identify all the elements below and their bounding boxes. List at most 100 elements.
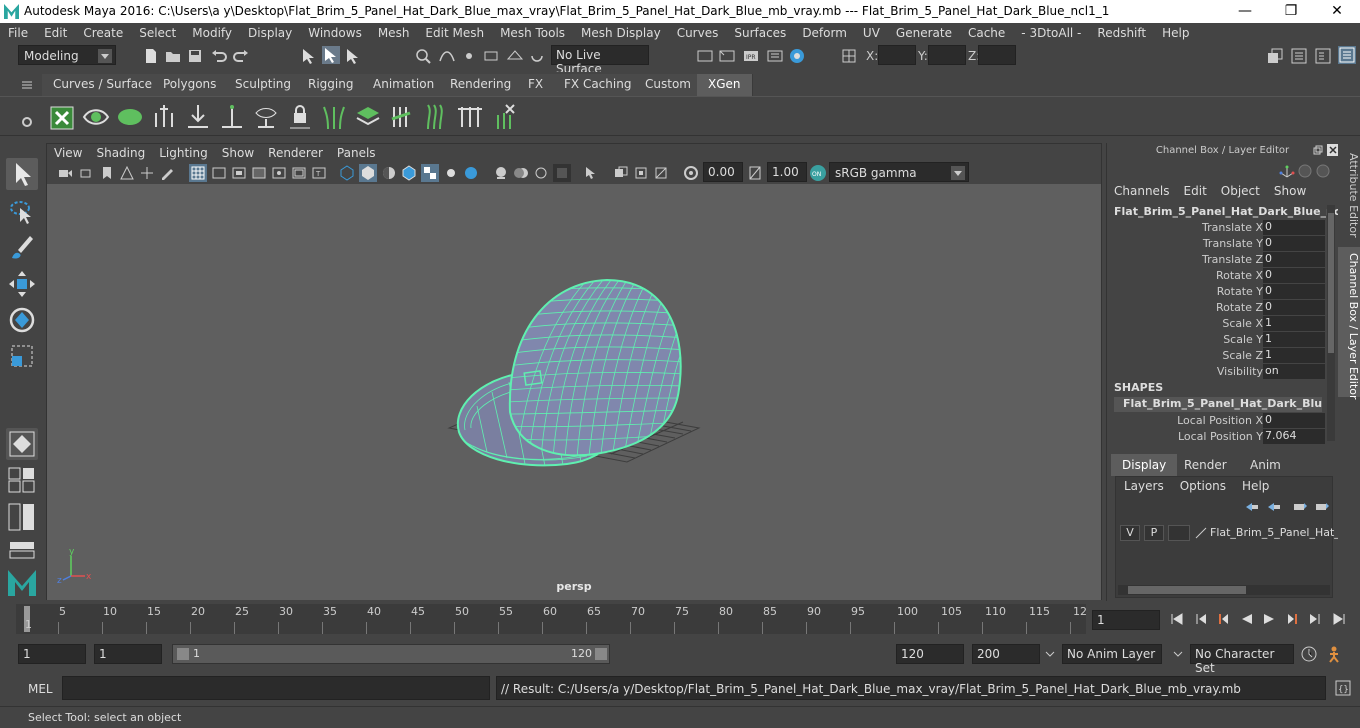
step-back-key-icon[interactable] [1194,612,1208,626]
render-settings-icon[interactable] [766,47,784,65]
channel-row[interactable]: Rotate Z0 [1107,300,1327,316]
menu-generate[interactable]: Generate [888,23,960,43]
range-start-handle[interactable] [177,648,189,660]
menu-file[interactable]: File [0,23,36,43]
channel-value[interactable]: 0 [1263,252,1325,267]
render-frame-icon[interactable] [718,47,736,65]
channel-scrollbar[interactable] [1327,205,1335,441]
menu-surfaces[interactable]: Surfaces [726,23,794,43]
layer-visibility-toggle[interactable]: V [1120,525,1140,541]
auto-key-icon[interactable] [1300,645,1318,663]
go-to-end-icon[interactable] [1332,612,1346,626]
hypershade-icon[interactable] [788,47,806,65]
xgen-sculpt-guide-icon[interactable] [184,103,212,131]
x-coord-input[interactable] [878,45,916,65]
snap-surface-icon[interactable] [506,47,524,65]
menu-edit[interactable]: Edit [36,23,75,43]
tab-fx[interactable]: FX [517,74,556,96]
modeling-toolkit-icon[interactable] [1266,47,1284,65]
menu-select[interactable]: Select [131,23,184,43]
use-default-material-icon[interactable] [381,165,397,181]
tab-rigging[interactable]: Rigging [297,74,366,96]
menuset-dropdown[interactable]: Modeling [18,45,116,65]
channel-row[interactable]: Rotate Y0 [1107,284,1327,300]
tab-polygons[interactable]: Polygons [152,74,229,96]
step-forward-frame-icon[interactable] [1286,612,1300,626]
xray-components-icon[interactable] [653,165,669,181]
shelf-menu-icon[interactable] [20,78,34,92]
channel-row[interactable]: Scale Y1 [1107,332,1327,348]
rotate-tool[interactable] [6,304,38,336]
layout-side-by-side[interactable] [6,502,38,532]
snap-point-icon[interactable] [460,47,478,65]
gear-icon[interactable] [20,115,34,129]
layer-row[interactable]: V P Flat_Brim_5_Panel_Hat_D [1118,523,1348,543]
xgen-guide-length-icon[interactable] [218,103,246,131]
z-coord-input[interactable] [978,45,1016,65]
scrollbar-thumb[interactable] [1128,586,1246,594]
image-plane-icon[interactable] [119,165,135,181]
xgen-layers-icon[interactable] [354,103,382,131]
character-set-dropdown[interactable]: No Character Set [1190,644,1294,675]
layer-name[interactable]: Flat_Brim_5_Panel_Hat_D [1210,526,1348,539]
select-hierarchy-icon[interactable] [300,47,318,65]
vp-menu-panels[interactable]: Panels [330,144,383,162]
close-button[interactable]: ✕ [1314,0,1360,23]
live-surface-icon[interactable] [528,47,546,65]
live-surface-field[interactable]: No Live Surface [551,45,649,76]
xgen-create-description-icon[interactable] [116,103,144,131]
layer-playback-toggle[interactable]: P [1144,525,1164,541]
vp-menu-shading[interactable]: Shading [89,144,152,162]
cb-menu-channels[interactable]: Channels [1107,184,1177,198]
layout-single-pane[interactable] [6,428,38,460]
paint-select-tool[interactable] [6,232,38,264]
select-component-icon[interactable] [344,47,362,65]
channel-row[interactable]: Translate Y0 [1107,236,1327,252]
motion-blur-icon[interactable] [513,165,529,181]
hyperbolic-icon[interactable] [1315,163,1331,179]
select-object-icon[interactable] [322,46,340,64]
use-all-lights-icon[interactable] [443,165,459,181]
current-frame-input[interactable]: 1 [1092,610,1160,630]
transform-constraint-icon[interactable] [840,47,858,65]
2d-pan-icon[interactable] [139,165,155,181]
colorspace-dropdown[interactable]: sRGB gamma [829,162,969,182]
film-gate-icon[interactable] [211,165,227,181]
gate-mask-icon[interactable] [251,165,267,181]
layout-four-pane[interactable] [6,466,38,494]
menu-create[interactable]: Create [75,23,131,43]
vp-menu-show[interactable]: Show [215,144,261,162]
snap-view-icon[interactable] [482,47,500,65]
vp-menu-lighting[interactable]: Lighting [152,144,215,162]
textured-icon[interactable] [421,164,439,182]
command-input[interactable] [62,676,490,700]
render-view-icon[interactable] [696,47,714,65]
tab-custom[interactable]: Custom [634,74,703,96]
new-scene-icon[interactable] [142,47,160,65]
tab-display[interactable]: Display [1111,454,1178,476]
exposure-input[interactable]: 0.00 [703,162,743,182]
object-name[interactable]: Flat_Brim_5_Panel_Hat_Dark_Blue_ncl... [1114,205,1357,218]
cb-menu-show[interactable]: Show [1267,184,1313,198]
tab-rendering[interactable]: Rendering [439,74,524,96]
shape-name[interactable]: Flat_Brim_5_Panel_Hat_Dark_Blue_n... [1114,397,1322,412]
channel-value[interactable]: 1 [1263,332,1325,347]
float-panel-icon[interactable] [1313,145,1323,155]
anim-layer-dropdown[interactable]: No Anim Layer [1062,644,1162,664]
maya-home-button[interactable] [6,566,38,598]
lasso-tool[interactable] [6,196,38,228]
channel-value[interactable]: 1 [1263,316,1325,331]
grease-pencil-icon[interactable] [159,165,175,181]
channel-row[interactable]: Local Position Y 7.064 [1107,429,1327,445]
channel-row[interactable]: Translate Z0 [1107,252,1327,268]
ipr-render-icon[interactable]: IPR [742,47,760,65]
camera-icon[interactable] [57,165,73,181]
manipulator-icon[interactable] [1279,163,1295,179]
camera-attributes-icon[interactable] [79,165,95,181]
maximize-button[interactable]: ❐ [1268,0,1314,23]
xgen-add-guide-icon[interactable] [150,103,178,131]
cb-menu-edit[interactable]: Edit [1177,184,1214,198]
tab-fx-caching[interactable]: FX Caching [553,74,644,96]
snap-grid-icon[interactable] [414,47,432,65]
tab-anim[interactable]: Anim [1239,454,1292,476]
